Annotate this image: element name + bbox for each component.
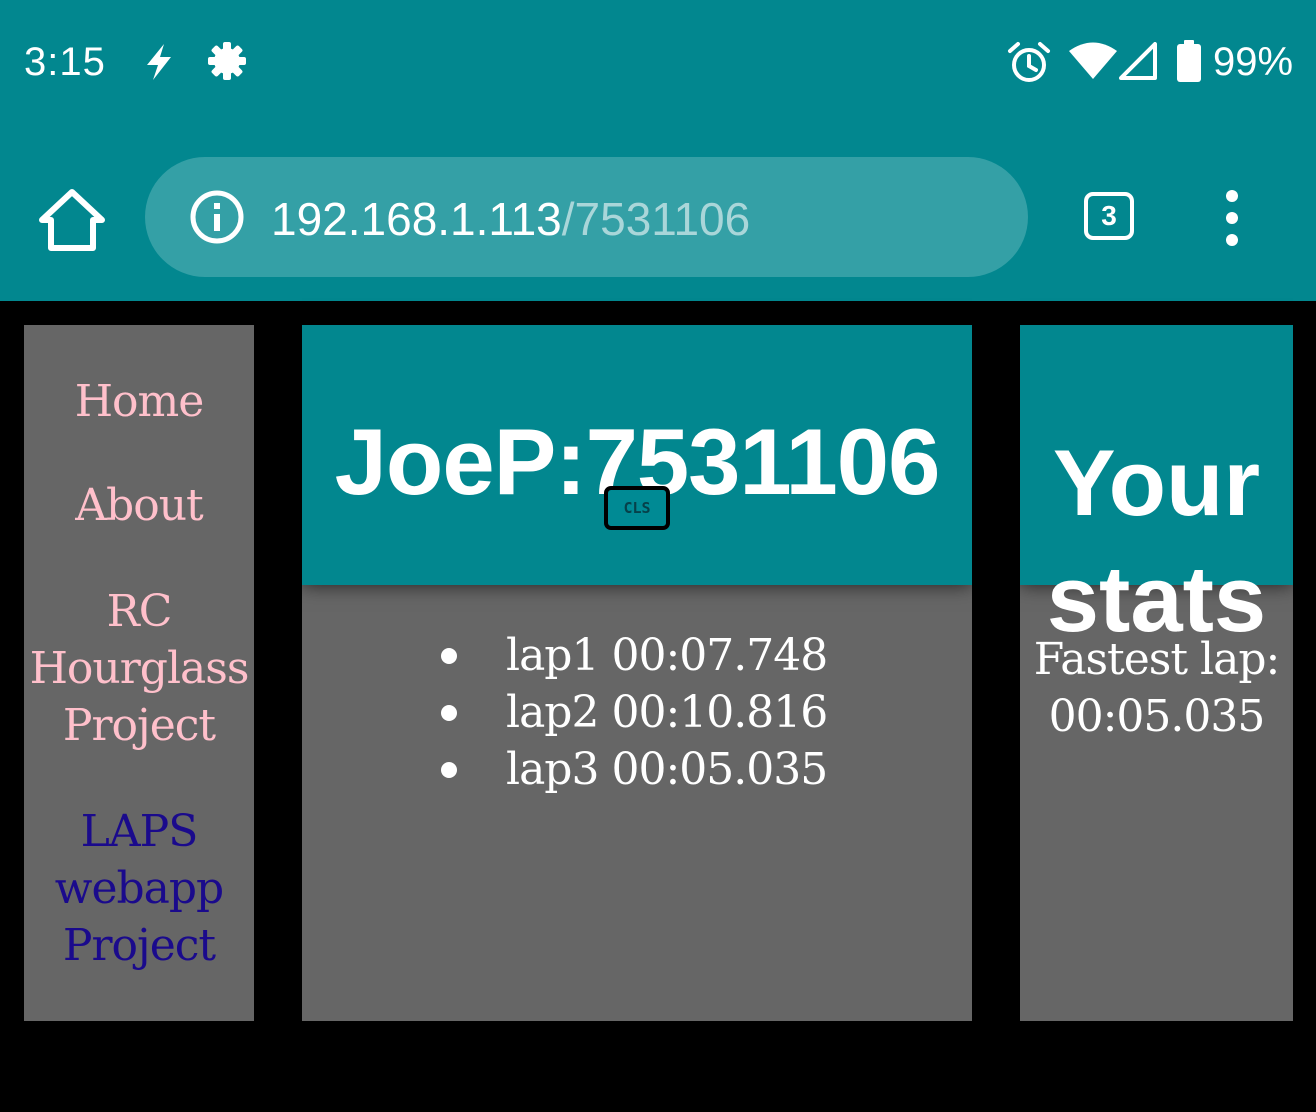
bullet-icon [441,762,457,778]
stats-title: Your stats [1046,430,1267,652]
lap-time: lap2 00:10.816 [506,687,828,738]
battery-percent: 99% [1213,40,1294,84]
list-item: lap1 00:07.748 [302,627,972,684]
browser-toolbar: 192.168.1.113/7531106 3 [0,140,1316,290]
list-item: lap3 00:05.035 [302,741,972,798]
stats-panel: Your stats Fastest lap: 00:05.035 [1020,325,1293,1021]
alarm-icon [1008,42,1050,82]
nav-link-about[interactable]: About [24,477,254,534]
stats-header: Your stats [1020,325,1293,651]
cls-button[interactable]: CLS [604,486,670,530]
status-bar: 3:15 99% [0,0,1316,124]
nav-link-laps-webapp[interactable]: LAPS webapp Project [24,803,254,974]
address-bar[interactable]: 192.168.1.113/7531106 [145,157,1028,277]
list-item: lap2 00:10.816 [302,684,972,741]
nav-link-rc-hourglass[interactable]: RC Hourglass Project [24,583,254,754]
signal-icon [1119,42,1157,80]
menu-icon[interactable] [1212,188,1252,248]
sidebar: Home About RC Hourglass Project LAPS web… [24,325,254,1021]
nav-link-home[interactable]: Home [24,373,254,430]
url-host: 192.168.1.113 [271,193,562,245]
fastest-lap: Fastest lap: 00:05.035 [1020,631,1293,745]
gear-icon [208,42,246,80]
lap-time: lap3 00:05.035 [506,744,828,795]
home-icon[interactable] [38,188,106,252]
bullet-icon [441,705,457,721]
battery-icon [1177,40,1201,82]
main-header: JoeP:7531106 CLS [302,325,972,585]
lap-list: lap1 00:07.748 lap2 00:10.816 lap3 00:05… [302,627,972,798]
wifi-icon [1069,42,1117,79]
bullet-icon [441,648,457,664]
status-time: 3:15 [24,40,106,84]
browser-chrome: 3:15 99% 192.168.1.113/7531106 3 [0,0,1316,301]
url-text[interactable]: 192.168.1.113/7531106 [271,191,750,247]
bolt-icon [147,44,171,80]
fastest-lap-value: 00:05.035 [1048,691,1266,742]
web-page: Home About RC Hourglass Project LAPS web… [0,301,1316,1112]
info-icon[interactable] [189,189,245,245]
tabs-icon[interactable]: 3 [1084,192,1134,240]
url-path: /7531106 [561,193,751,245]
main-panel: JoeP:7531106 CLS lap1 00:07.748 lap2 00:… [302,325,972,1021]
fastest-lap-label: Fastest lap: [1033,634,1281,685]
lap-time: lap1 00:07.748 [506,630,828,681]
